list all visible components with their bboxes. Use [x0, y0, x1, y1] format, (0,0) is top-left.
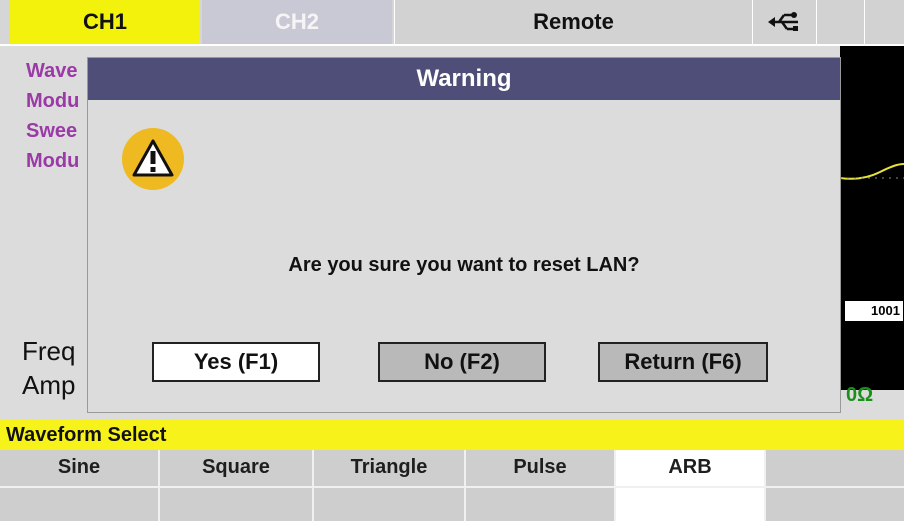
menu-item-mode[interactable]: Modu	[26, 150, 79, 173]
waveform-label: 1001	[844, 300, 904, 322]
softkey-square[interactable]: Square	[160, 450, 314, 521]
tab-ch1[interactable]: CH1	[10, 0, 200, 44]
topbar-slot	[816, 0, 864, 44]
menu-item-modulation[interactable]: Modu	[26, 90, 79, 113]
waveform-preview	[840, 46, 904, 390]
softkey-bar: Sine Square Triangle Pulse ARB	[0, 450, 904, 521]
softkey-label: Square	[202, 456, 270, 478]
warning-dialog: Warning Are you sure you want to reset L…	[88, 58, 840, 412]
softkey-pulse[interactable]: Pulse	[466, 450, 616, 521]
softkey-label: ARB	[668, 456, 712, 478]
no-button[interactable]: No (F2)	[378, 342, 546, 382]
dialog-message: Are you sure you want to reset LAN?	[288, 254, 640, 276]
softkey-triangle[interactable]: Triangle	[314, 450, 466, 521]
warning-icon	[122, 128, 184, 190]
remote-status: Remote	[394, 0, 752, 44]
softkey-label: Sine	[57, 456, 101, 478]
menu-item-sweep[interactable]: Swee	[26, 120, 77, 143]
softkey-arb[interactable]: ARB	[616, 450, 766, 521]
tab-ch2[interactable]: CH2	[202, 0, 392, 44]
menu-item-waveform[interactable]: Wave	[26, 60, 78, 83]
dialog-title: Warning	[88, 58, 840, 100]
impedance-value: 0Ω	[846, 384, 874, 406]
return-button[interactable]: Return (F6)	[598, 342, 768, 382]
usb-icon	[752, 0, 816, 44]
frequency-label[interactable]: Freq	[22, 336, 75, 367]
yes-button[interactable]: Yes (F1)	[152, 342, 320, 382]
status-bar: Waveform Select	[0, 420, 904, 450]
waveform-trace	[840, 163, 904, 180]
softkey-label: Pulse	[513, 456, 567, 478]
softkey-label: Triangle	[350, 456, 428, 478]
topbar-slot	[864, 0, 904, 44]
softkey-sine[interactable]: Sine	[0, 450, 160, 521]
softkey-empty[interactable]	[766, 450, 904, 521]
top-bar: CH1 CH2 Remote	[0, 0, 904, 46]
amplitude-label[interactable]: Amp	[22, 370, 75, 401]
